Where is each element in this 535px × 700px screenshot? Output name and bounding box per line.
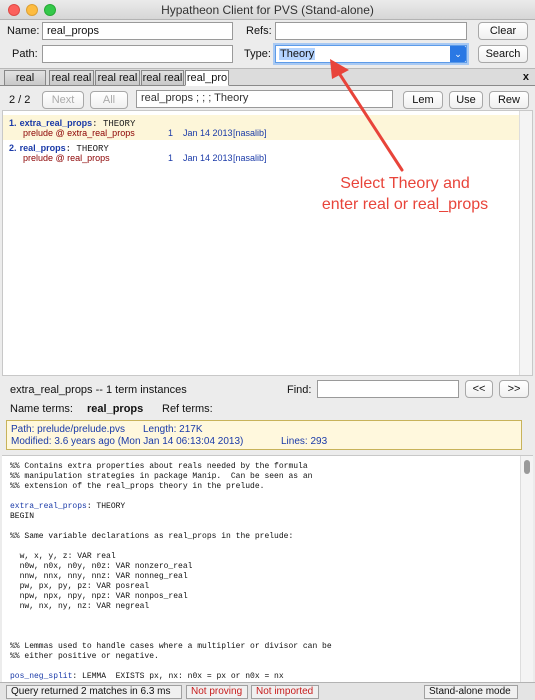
name-terms-value[interactable]: real_props <box>87 403 143 415</box>
detail-summary: extra_real_props -- 1 term instances <box>10 384 187 396</box>
code-theory-line: extra_real_props: THEORY <box>10 502 126 511</box>
file-info-box: Path: prelude/prelude.pvs Length: 217K M… <box>6 420 522 450</box>
theory-name-link[interactable]: extra_real_props <box>10 502 87 511</box>
file-modified: Modified: 3.6 years ago (Mon Jan 14 06:1… <box>11 436 244 447</box>
code-line: pw, px, py, pz: VAR posreal <box>10 582 150 591</box>
name-terms-label: Name terms: <box>10 403 73 415</box>
code-line: %% Contains extra properties about reals… <box>10 462 308 471</box>
code-line: %% Lemmas used to handle cases where a m… <box>10 642 332 651</box>
code-line: %% Same variable declarations as real_pr… <box>10 532 294 541</box>
find-next-button[interactable]: >> <box>499 380 529 398</box>
find-prev-button[interactable]: << <box>465 380 493 398</box>
status-mode: Stand-alone mode <box>424 685 518 699</box>
code-line: n0w, n0x, n0y, n0z: VAR nonzero_real <box>10 562 193 571</box>
code-line: w, x, y, z: VAR real <box>10 552 116 561</box>
source-scrollbar[interactable] <box>520 456 533 682</box>
code-line: npw, npx, npy, npz: VAR nonpos_real <box>10 592 188 601</box>
code-line: BEGIN <box>10 512 35 521</box>
annotation-line-1: Select Theory and <box>340 175 470 192</box>
file-lines: Lines: 293 <box>281 436 328 447</box>
file-length: Length: 217K <box>143 424 203 435</box>
find-label: Find: <box>287 384 312 396</box>
ref-terms-label: Ref terms: <box>162 403 213 415</box>
find-input[interactable] <box>317 380 459 398</box>
source-view[interactable]: %% Contains extra properties about reals… <box>2 455 533 682</box>
status-proving: Not proving <box>186 685 248 699</box>
code-line: nnw, nnx, nny, nnz: VAR nonneg_real <box>10 572 188 581</box>
file-path: Path: prelude/prelude.pvs <box>11 424 125 435</box>
status-bar: Query returned 2 matches in 6.3 ms Not p… <box>0 682 535 700</box>
lemma-name-link[interactable]: pos_neg_split <box>10 672 72 681</box>
code-line: %% manipulation strategies in package Ma… <box>10 472 313 481</box>
code-line: %% extension of the real_props theory in… <box>10 482 265 491</box>
code-line: nw, nx, ny, nz: VAR negreal <box>10 602 150 611</box>
source-code: %% Contains extra properties about reals… <box>10 462 515 682</box>
code-lemma-line: pos_neg_split: LEMMA EXISTS px, nx: n0x … <box>10 672 284 681</box>
code-line: %% either positive or negative. <box>10 652 159 661</box>
scroll-thumb[interactable] <box>524 460 530 474</box>
annotation-text: Select Theory and enter real or real_pro… <box>300 173 510 215</box>
status-imported: Not imported <box>251 685 319 699</box>
status-query: Query returned 2 matches in 6.3 ms <box>6 685 182 699</box>
annotation-line-2: enter real or real_props <box>321 196 489 213</box>
